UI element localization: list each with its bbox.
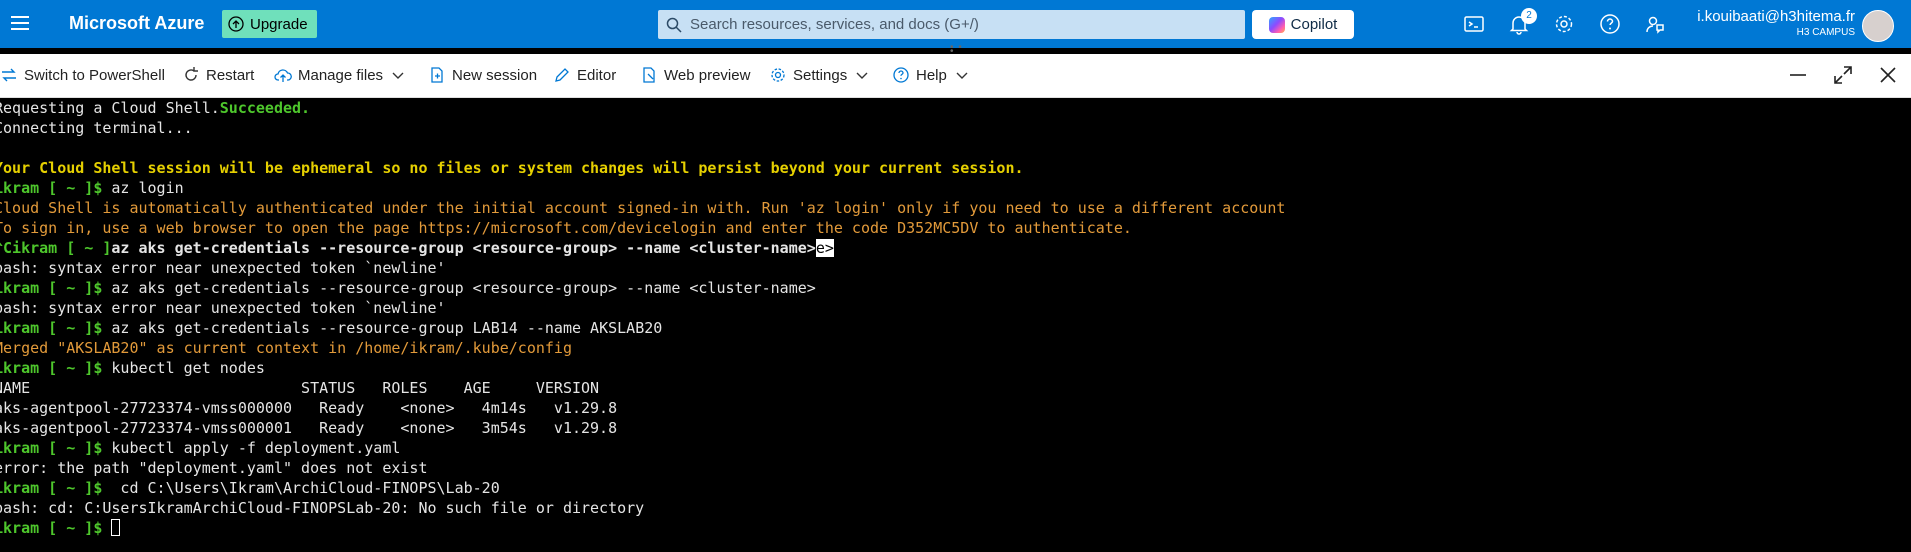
- terminal-selection: e>: [815, 239, 834, 257]
- web-preview-icon: [643, 67, 655, 83]
- switch-to-powershell-button[interactable]: Switch to PowerShell: [0, 64, 165, 86]
- restart-label: Restart: [206, 66, 255, 84]
- terminal-line: bash: syntax error near unexpected token…: [0, 259, 446, 277]
- feedback-icon[interactable]: [1643, 12, 1667, 36]
- switch-icon: [2, 68, 16, 82]
- help-icon[interactable]: [1598, 12, 1622, 36]
- prompt: ikram [ ~ ]$: [0, 279, 103, 297]
- close-icon[interactable]: [1878, 65, 1898, 85]
- upgrade-arrow-icon: [228, 16, 244, 32]
- terminal-line: To sign in, use a web browser to open th…: [0, 219, 1132, 237]
- chevron-down-icon: [956, 72, 968, 79]
- manage-files-label: Manage files: [298, 66, 384, 84]
- terminal-line: bash: cd: C:UsersIkramArchiCloud-FINOPSL…: [0, 499, 645, 517]
- terminal[interactable]: Requesting a Cloud Shell.Succeeded. Conn…: [0, 98, 1911, 552]
- web-preview-button[interactable]: Web preview: [640, 64, 750, 86]
- copilot-button[interactable]: Copilot: [1252, 10, 1354, 39]
- prompt: ikram [ ~ ]$: [0, 179, 103, 197]
- settings-icon[interactable]: [1552, 12, 1576, 36]
- editor-button[interactable]: Editor: [553, 64, 616, 86]
- terminal-line: error: the path "deployment.yaml" does n…: [0, 459, 428, 477]
- avatar[interactable]: [1862, 10, 1894, 42]
- terminal-cursor: [111, 519, 121, 536]
- terminal-line: ikram [ ~ ]$ cd C:\Users\Ikram\ArchiClou…: [0, 478, 500, 498]
- web-preview-label: Web preview: [664, 66, 751, 84]
- terminal-line: ikram [ ~ ]$ az login: [0, 178, 184, 198]
- new-session-label: New session: [452, 66, 538, 84]
- upgrade-label: Upgrade: [250, 15, 308, 33]
- terminal-line: Cloud Shell is automatically authenticat…: [0, 199, 1286, 217]
- cloud-upload-icon: [274, 69, 292, 82]
- editor-label: Editor: [577, 66, 617, 84]
- help-label: Help: [916, 66, 947, 84]
- table-row: aks-agentpool-27723374-vmss000001 Ready …: [0, 419, 618, 437]
- status-succeeded: Succeeded.: [219, 99, 311, 117]
- table-row: aks-agentpool-27723374-vmss000000 Ready …: [0, 399, 618, 417]
- help-menu-button[interactable]: Help: [892, 64, 971, 86]
- terminal-line: Merged "AKSLAB20" as current context in …: [0, 339, 572, 357]
- copilot-icon: [1268, 16, 1285, 33]
- restart-icon: [185, 67, 198, 81]
- maximize-icon[interactable]: [1833, 65, 1853, 85]
- notifications-badge: 2: [1521, 8, 1537, 24]
- upgrade-button[interactable]: Upgrade: [222, 10, 317, 38]
- prompt: ikram [ ~ ]$: [0, 439, 103, 457]
- new-session-icon: [431, 67, 443, 83]
- terminal-line: ^Cikram [ ~ ]az aks get-credentials --re…: [0, 238, 834, 258]
- terminal-line: bash: syntax error near unexpected token…: [0, 299, 446, 317]
- cloud-shell-icon[interactable]: [1462, 12, 1486, 36]
- search-placeholder: Search resources, services, and docs (G+…: [690, 16, 979, 33]
- cloud-shell-toolbar: Switch to PowerShell Restart Manage file…: [0, 54, 1911, 98]
- manage-files-button[interactable]: Manage files: [274, 64, 407, 86]
- help-circle-icon: [893, 67, 909, 83]
- restart-button[interactable]: Restart: [182, 64, 254, 86]
- prompt: ikram [ ~ ]$: [0, 319, 103, 337]
- pencil-icon: [555, 68, 569, 82]
- terminal-line: Connecting terminal...: [0, 119, 193, 137]
- settings-label: Settings: [793, 66, 848, 84]
- terminal-line: ikram [ ~ ]$ kubectl apply -f deployment…: [0, 438, 400, 458]
- chevron-down-icon: [856, 72, 868, 79]
- resize-handle[interactable]: • • •: [950, 43, 964, 57]
- minimize-icon[interactable]: [1788, 65, 1808, 85]
- chevron-down-icon: [392, 72, 404, 79]
- terminal-warning-line: Your Cloud Shell session will be ephemer…: [0, 159, 1024, 177]
- brand-title[interactable]: Microsoft Azure: [69, 13, 204, 34]
- prompt: ikram [ ~ ]$: [0, 519, 103, 537]
- terminal-line: ikram [ ~ ]$ az aks get-credentials --re…: [0, 318, 662, 338]
- switch-label: Switch to PowerShell: [24, 66, 165, 84]
- prompt: ikram [ ~ ]$: [0, 479, 103, 497]
- portal-menu-icon[interactable]: [8, 12, 32, 36]
- settings-gear-icon: [771, 68, 785, 82]
- terminal-input-line[interactable]: ikram [ ~ ]$: [0, 518, 121, 538]
- table-header: NAME STATUS ROLES AGE VERSION: [0, 379, 600, 397]
- terminal-line: ikram [ ~ ]$ kubectl get nodes: [0, 358, 265, 378]
- search-icon: [666, 17, 682, 33]
- user-email: i.kouibaati@h3hitema.fr: [1697, 8, 1855, 25]
- prompt: ^Cikram [ ~ ]: [0, 239, 112, 257]
- copilot-label: Copilot: [1290, 16, 1338, 33]
- terminal-line: Requesting a Cloud Shell.Succeeded.: [0, 99, 311, 117]
- global-search-input[interactable]: Search resources, services, and docs (G+…: [658, 10, 1245, 39]
- terminal-line: ikram [ ~ ]$ az aks get-credentials --re…: [0, 278, 816, 298]
- user-directory: H3 CAMPUS: [1796, 27, 1855, 38]
- azure-top-bar: Microsoft Azure Upgrade Search resources…: [0, 0, 1911, 48]
- new-session-button[interactable]: New session: [428, 64, 537, 86]
- settings-menu-button[interactable]: Settings: [769, 64, 871, 86]
- prompt: ikram [ ~ ]$: [0, 359, 103, 377]
- account-menu[interactable]: i.kouibaati@h3hitema.fr H3 CAMPUS: [1697, 8, 1855, 38]
